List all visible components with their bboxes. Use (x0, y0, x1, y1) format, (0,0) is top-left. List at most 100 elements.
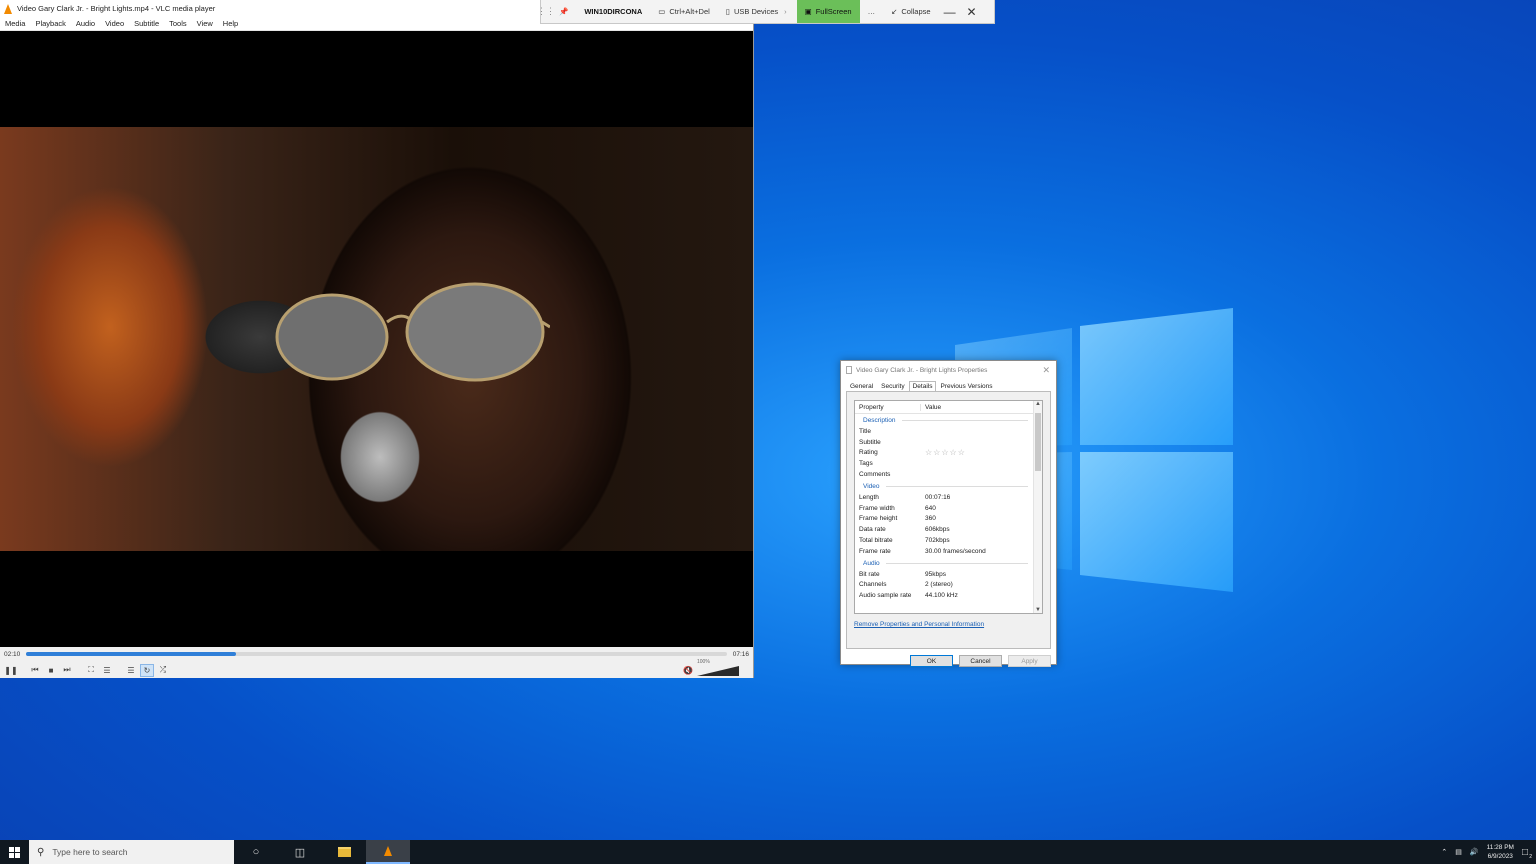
dialog-close-icon[interactable]: ✕ (1042, 365, 1050, 376)
time-total: 07:16 (732, 650, 749, 658)
fullscreen-toggle-button[interactable]: ▣ FullScreen (796, 0, 860, 23)
property-row[interactable]: Title (855, 426, 1042, 437)
property-value: 360 (925, 515, 936, 523)
apply-button[interactable]: Apply (1008, 655, 1051, 667)
ctrl-alt-del-button[interactable]: ▭ Ctrl+Alt+Del (650, 0, 718, 23)
task-view-icon[interactable]: ◫ (278, 840, 322, 864)
pin-icon: 📌 (559, 7, 569, 16)
menu-tools[interactable]: Tools (164, 19, 192, 28)
property-name: Frame height (859, 515, 898, 523)
seek-slider[interactable] (26, 652, 727, 656)
chevron-up-icon[interactable]: ⌃ (1441, 848, 1447, 856)
playlist-button[interactable]: ☰ (124, 664, 138, 677)
pause-button[interactable]: ❚❚ (4, 664, 18, 677)
notification-count: 2 (1529, 853, 1532, 860)
property-row[interactable]: Total bitrate 702kbps (855, 535, 1042, 546)
property-row[interactable]: Length 00:07:16 (855, 492, 1042, 503)
property-row[interactable]: Frame width 640 (855, 503, 1042, 514)
menu-help[interactable]: Help (218, 19, 243, 28)
list-scrollbar[interactable]: ▲ ▼ (1033, 401, 1042, 613)
tab-previous-versions[interactable]: Previous Versions (936, 381, 996, 391)
tab-security[interactable]: Security (877, 381, 908, 391)
header-property[interactable]: Property (855, 403, 921, 411)
video-frame-image (275, 282, 550, 382)
menu-view[interactable]: View (192, 19, 218, 28)
property-row[interactable]: Data rate 606kbps (855, 524, 1042, 535)
more-button[interactable]: … (860, 0, 884, 23)
properties-list[interactable]: Property Value Description Title Subtitle… (854, 400, 1043, 614)
volume-icon[interactable]: 🔊 (1470, 848, 1479, 856)
menu-playback[interactable]: Playback (30, 19, 70, 28)
loop-button[interactable]: ↻ (140, 663, 154, 677)
usb-devices-label: USB Devices (733, 7, 779, 16)
tab-details[interactable]: Details (908, 381, 937, 391)
collapse-button[interactable]: ↙ Collapse (883, 0, 938, 23)
cancel-button[interactable]: Cancel (959, 655, 1002, 667)
file-explorer-icon[interactable] (322, 840, 366, 864)
property-name: Title (859, 427, 872, 435)
property-row[interactable]: Frame rate 30.00 frames/second (855, 546, 1042, 557)
property-value: 606kbps (925, 526, 950, 534)
properties-titlebar[interactable]: Video Gary Clark Jr. - Bright Lights Pro… (841, 361, 1056, 379)
property-row[interactable]: Channels 2 (stereo) (855, 580, 1042, 591)
network-icon[interactable]: ▤ (1455, 848, 1462, 856)
close-icon[interactable]: ✕ (961, 0, 983, 23)
vlc-taskbar-icon[interactable] (366, 840, 410, 864)
system-tray: ⌃ ▤ 🔊 11:28 PM 6/9/2023 □ 2 (1441, 843, 1536, 861)
video-area[interactable] (0, 31, 753, 647)
ok-button[interactable]: OK (910, 655, 953, 667)
property-value: 44.100 kHz (925, 592, 958, 600)
taskbar-search[interactable]: ⚲ Type here to search (29, 840, 234, 864)
property-row[interactable]: Tags (855, 458, 1042, 469)
pin-button[interactable]: 📌 (551, 0, 576, 23)
usb-devices-button[interactable]: ▯ USB Devices › (718, 0, 797, 23)
notification-icon[interactable]: □ 2 (1522, 847, 1532, 860)
property-name: Channels (859, 581, 887, 589)
clock[interactable]: 11:28 PM 6/9/2023 (1487, 843, 1514, 861)
previous-button[interactable]: ⏮ (28, 664, 42, 677)
cortana-icon[interactable]: ○ (234, 840, 278, 864)
collapse-icon: ↙ (891, 7, 898, 16)
menu-subtitle[interactable]: Subtitle (129, 19, 164, 28)
scroll-down-icon[interactable]: ▼ (1034, 607, 1042, 613)
menu-audio[interactable]: Audio (71, 19, 100, 28)
drag-handle-icon[interactable]: ⋮⋮ (537, 0, 555, 23)
property-value: 640 (925, 504, 936, 512)
property-row[interactable]: Bit rate 95kbps (855, 569, 1042, 580)
property-name: Subtitle (859, 438, 881, 446)
header-value[interactable]: Value (921, 404, 941, 411)
property-value: 2 (stereo) (925, 581, 953, 589)
property-name: Length (859, 493, 879, 501)
next-button[interactable]: ⏭ (60, 664, 74, 677)
remove-properties-link[interactable]: Remove Properties and Personal Informati… (854, 621, 1043, 628)
speaker-icon[interactable]: 🔇 (683, 666, 693, 675)
properties-tabs: General Security Details Previous Versio… (841, 379, 1056, 391)
section-audio: Audio (855, 558, 1042, 569)
property-row[interactable]: Frame height 360 (855, 514, 1042, 525)
stop-button[interactable]: ■ (44, 664, 58, 677)
shuffle-button[interactable]: ⤮ (156, 664, 170, 677)
menu-media[interactable]: Media (0, 19, 30, 28)
scrollbar-thumb[interactable] (1035, 413, 1041, 471)
chevron-right-icon: › (784, 7, 787, 16)
property-row[interactable]: Rating ☆☆☆☆☆ (855, 448, 1042, 459)
fullscreen-button[interactable]: ⛶ (84, 664, 98, 677)
property-row[interactable]: Audio sample rate 44.100 kHz (855, 590, 1042, 601)
menu-video[interactable]: Video (100, 19, 129, 28)
section-description: Description (855, 415, 1042, 426)
extended-settings-button[interactable]: ☰ (100, 664, 114, 677)
volume-label: 100% (697, 659, 710, 665)
property-row[interactable]: Subtitle (855, 437, 1042, 448)
tab-general[interactable]: General (846, 381, 877, 391)
scroll-up-icon[interactable]: ▲ (1034, 401, 1042, 407)
time-elapsed: 02:10 (4, 650, 21, 658)
start-button[interactable] (0, 840, 29, 864)
list-header: Property Value (855, 401, 1042, 414)
minimize-icon[interactable]: — (939, 0, 961, 23)
property-row[interactable]: Comments (855, 469, 1042, 480)
property-name: Rating (859, 449, 878, 457)
fullscreen-label: FullScreen (815, 7, 852, 16)
volume-slider[interactable]: 100% (697, 659, 739, 676)
video-frame (0, 127, 753, 551)
fullscreen-icon: ▣ (804, 7, 812, 16)
